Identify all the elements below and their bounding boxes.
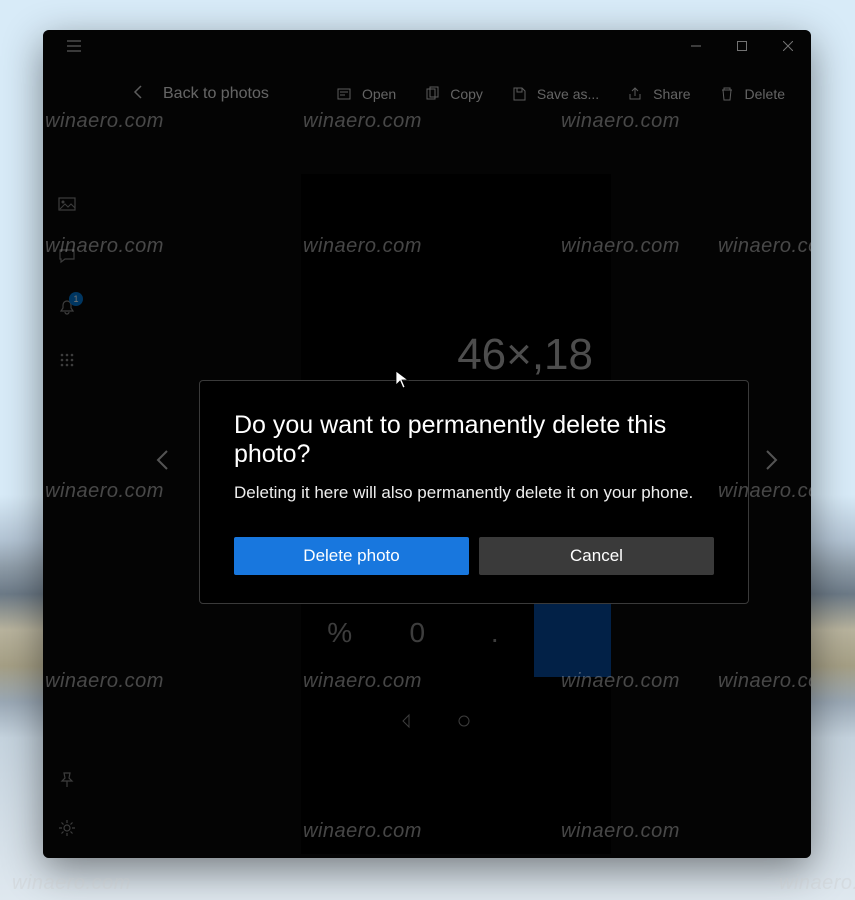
watermark: winaero.com bbox=[12, 872, 131, 895]
open-button[interactable]: Open bbox=[336, 86, 396, 102]
sidebar-item-settings[interactable] bbox=[55, 816, 79, 840]
chevron-left-icon bbox=[152, 449, 174, 471]
cancel-button[interactable]: Cancel bbox=[479, 537, 714, 575]
sidebar-item-dialpad[interactable] bbox=[55, 348, 79, 372]
back-label: Back to photos bbox=[163, 85, 269, 103]
save-as-button[interactable]: Save as... bbox=[511, 86, 599, 102]
android-home-icon bbox=[456, 713, 472, 729]
dialog-body: Deleting it here will also permanently d… bbox=[234, 483, 714, 503]
save-icon bbox=[511, 86, 527, 102]
hamburger-icon bbox=[66, 38, 82, 54]
dialpad-icon bbox=[58, 351, 76, 369]
copy-icon bbox=[424, 86, 440, 102]
copy-label: Copy bbox=[450, 86, 483, 102]
sidebar-item-messages[interactable] bbox=[55, 244, 79, 268]
back-arrow-icon bbox=[131, 84, 147, 105]
chat-icon bbox=[58, 247, 76, 265]
previous-photo-button[interactable] bbox=[139, 436, 187, 484]
share-button[interactable]: Share bbox=[627, 86, 690, 102]
window-controls bbox=[673, 30, 811, 62]
share-icon bbox=[627, 86, 643, 102]
save-as-label: Save as... bbox=[537, 86, 599, 102]
delete-confirmation-dialog: Do you want to permanently delete this p… bbox=[199, 380, 749, 604]
open-label: Open bbox=[362, 86, 396, 102]
toolbar: Back to photos Open Copy Save as... bbox=[91, 74, 811, 114]
trash-icon bbox=[719, 86, 735, 102]
calc-expression: 46×,18 bbox=[457, 330, 593, 380]
android-back-icon bbox=[398, 713, 414, 729]
android-nav-bar bbox=[301, 677, 611, 765]
next-photo-button[interactable] bbox=[747, 436, 795, 484]
mouse-cursor bbox=[395, 370, 409, 390]
minimize-button[interactable] bbox=[673, 30, 719, 62]
chevron-right-icon bbox=[760, 449, 782, 471]
hamburger-menu-button[interactable] bbox=[51, 30, 97, 62]
notification-badge: 1 bbox=[69, 292, 83, 306]
close-button[interactable] bbox=[765, 30, 811, 62]
back-to-photos-button[interactable]: Back to photos bbox=[91, 84, 269, 105]
delete-label: Delete bbox=[745, 86, 785, 102]
pin-icon bbox=[58, 771, 76, 789]
dialog-title: Do you want to permanently delete this p… bbox=[234, 411, 714, 469]
maximize-button[interactable] bbox=[719, 30, 765, 62]
titlebar bbox=[43, 30, 811, 62]
sidebar-item-pin[interactable] bbox=[55, 768, 79, 792]
content-area: Back to photos Open Copy Save as... bbox=[91, 62, 811, 858]
sidebar: 1 bbox=[43, 62, 91, 858]
sidebar-item-notifications[interactable]: 1 bbox=[55, 296, 79, 320]
sidebar-item-photos[interactable] bbox=[55, 192, 79, 216]
share-label: Share bbox=[653, 86, 690, 102]
gear-icon bbox=[58, 819, 76, 837]
app-window: 1 bbox=[43, 30, 811, 858]
picture-icon bbox=[58, 195, 76, 213]
watermark: winaero.com bbox=[779, 872, 855, 895]
open-icon bbox=[336, 86, 352, 102]
copy-button[interactable]: Copy bbox=[424, 86, 483, 102]
calc-display: 46×,18 8,28 bbox=[301, 174, 611, 412]
delete-photo-button[interactable]: Delete photo bbox=[234, 537, 469, 575]
delete-button[interactable]: Delete bbox=[719, 86, 785, 102]
